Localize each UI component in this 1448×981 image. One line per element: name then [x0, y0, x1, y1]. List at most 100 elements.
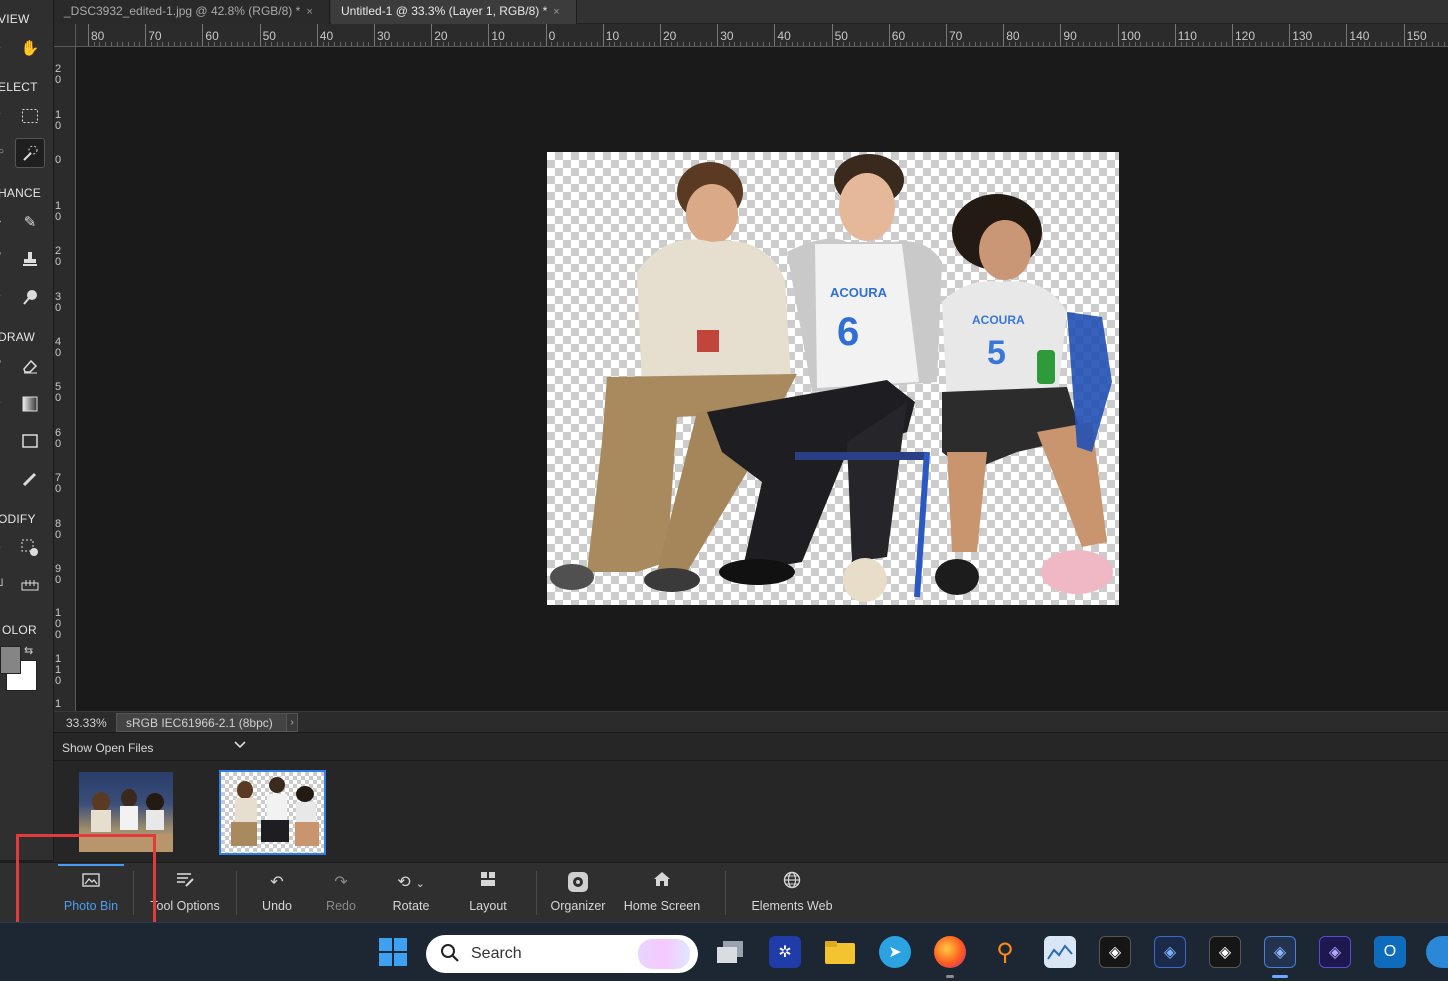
- straighten-icon[interactable]: [15, 570, 45, 600]
- tab-dsc3932[interactable]: _DSC3932_edited-1.jpg @ 42.8% (RGB/8) * ×: [54, 0, 330, 24]
- windows-taskbar: Search ✲ ➤ ⚲ ◈ ◈ ◈ ◈ ◈ O: [0, 922, 1448, 981]
- ruler-label: 60: [891, 29, 906, 43]
- ruler-minor-tick: [1266, 42, 1268, 46]
- windows-start-icon[interactable]: [377, 936, 409, 968]
- ruler-label: 20: [663, 29, 677, 43]
- ruler-minor-tick: [162, 42, 164, 46]
- ruler-tick: [88, 24, 89, 46]
- ruler-minor-tick: [213, 42, 215, 46]
- swap-colors-icon[interactable]: ⇆: [24, 644, 33, 657]
- organizer-label: Organizer: [550, 899, 606, 913]
- ruler-minor-tick: [597, 42, 599, 46]
- file-explorer-icon[interactable]: [824, 936, 856, 968]
- ruler-minor-tick: [762, 42, 764, 46]
- thumbnail-untitled-1[interactable]: [219, 770, 326, 855]
- layout-button[interactable]: Layout: [462, 867, 514, 919]
- photo-bin-button[interactable]: Photo Bin: [58, 864, 124, 919]
- divider: [536, 871, 537, 915]
- premiere-elements-icon[interactable]: ◈: [1319, 936, 1351, 968]
- tab-close-icon[interactable]: ×: [306, 1, 312, 23]
- undo-button[interactable]: ↶ Undo: [252, 867, 302, 919]
- redo-button[interactable]: ↷ Redo: [316, 867, 366, 919]
- document-canvas[interactable]: ACOURA 6 ACOURA 5: [547, 152, 1119, 605]
- ruler-label: 60: [205, 29, 219, 43]
- pencil-icon[interactable]: [15, 464, 45, 494]
- home-screen-button[interactable]: Home Screen: [620, 867, 704, 919]
- chevron-down-icon[interactable]: [234, 739, 246, 753]
- ruler-label: 100: [1120, 29, 1141, 43]
- canvas-workspace[interactable]: ACOURA 6 ACOURA 5: [76, 47, 1448, 711]
- ruler-minor-tick: [1415, 42, 1417, 46]
- elements-app-icon[interactable]: ◈: [1099, 936, 1131, 968]
- ruler-minor-tick: [1329, 42, 1331, 46]
- show-files-dropdown[interactable]: Show Open Files: [62, 741, 153, 755]
- gradient-icon[interactable]: [15, 389, 45, 419]
- person-middle-jersey: [815, 244, 919, 388]
- ruler-minor-tick: [1397, 42, 1399, 46]
- task-view-icon[interactable]: [714, 936, 746, 968]
- ruler-minor-tick: [1420, 42, 1422, 46]
- ruler-minor-tick: [236, 42, 238, 46]
- recompose-icon[interactable]: [15, 533, 45, 563]
- eraser-icon[interactable]: [15, 351, 45, 381]
- ruler-minor-tick: [614, 42, 616, 46]
- marquee-icon[interactable]: [15, 101, 45, 131]
- healing-brush-icon[interactable]: ✎: [15, 207, 45, 237]
- ruler-minor-tick: [1375, 42, 1376, 46]
- ruler-minor-tick: [957, 42, 959, 46]
- photoshop-elements-active-icon[interactable]: ◈: [1264, 936, 1296, 968]
- foreground-color-swatch[interactable]: [0, 646, 21, 674]
- firefox-icon[interactable]: [934, 936, 966, 968]
- ruler-minor-tick: [871, 42, 873, 46]
- ruler-minor-tick: [425, 42, 427, 46]
- ruler-tick: [545, 24, 547, 46]
- ruler-minor-tick: [345, 42, 347, 46]
- ruler-minor-tick: [579, 42, 581, 46]
- edge-partial-icon[interactable]: [1426, 936, 1448, 968]
- rectangle-shape-icon[interactable]: [15, 426, 45, 456]
- ruler-minor-tick: [333, 42, 335, 46]
- rotate-button[interactable]: ⟲ ⌄ Rotate: [384, 867, 438, 919]
- clone-stamp-icon[interactable]: [15, 244, 45, 274]
- organizer-button[interactable]: Organizer: [546, 867, 610, 919]
- ruler-label: 120: [1235, 29, 1256, 43]
- tool-edge-mark: ○: [0, 146, 4, 157]
- tab-untitled-1[interactable]: Untitled-1 @ 33.3% (Layer 1, RGB/8) * ×: [331, 0, 577, 24]
- ruler-minor-tick: [471, 42, 473, 46]
- ruler-label: 60: [55, 427, 62, 450]
- active-indicator: [1272, 975, 1288, 978]
- ruler-minor-tick: [671, 42, 673, 46]
- tool-options-button[interactable]: Tool Options: [146, 867, 224, 919]
- chart-app-icon[interactable]: [1044, 936, 1076, 968]
- hand-icon[interactable]: ✋: [15, 33, 45, 63]
- sponge-icon[interactable]: [15, 282, 45, 312]
- ruler-tick: [1117, 24, 1119, 46]
- taskbar-search[interactable]: Search: [426, 935, 698, 973]
- quick-selection-icon[interactable]: [15, 138, 45, 168]
- ruler-minor-tick: [1066, 42, 1068, 46]
- ruler-minor-tick: [1432, 42, 1434, 46]
- shoe: [719, 559, 795, 585]
- ruler-minor-tick: [122, 42, 124, 46]
- magnifier-app-icon[interactable]: ⚲: [989, 936, 1021, 968]
- outlook-icon[interactable]: O: [1374, 936, 1406, 968]
- section-color: OLOR: [2, 623, 37, 637]
- copilot-app-icon[interactable]: ✲: [769, 936, 801, 968]
- status-menu-arrow[interactable]: ›: [286, 713, 298, 732]
- jersey-number: 6: [837, 310, 859, 354]
- person-middle-face: [839, 173, 895, 241]
- ruler-minor-tick: [928, 42, 930, 46]
- tab-close-icon[interactable]: ×: [553, 1, 559, 23]
- ruler-minor-tick: [1111, 42, 1113, 46]
- telegram-icon[interactable]: ➤: [879, 936, 911, 968]
- ruler-minor-tick: [1380, 42, 1382, 46]
- chevron-down-icon[interactable]: ⌄: [416, 878, 425, 890]
- ruler-minor-tick: [682, 42, 684, 46]
- photoshop-elements-window: _DSC3932_edited-1.jpg @ 42.8% (RGB/8) * ×…: [0, 0, 1448, 981]
- ruler-minor-tick: [1317, 42, 1319, 46]
- elements-organizer-icon[interactable]: ◈: [1209, 936, 1241, 968]
- thumbnail-dsc3932[interactable]: [79, 772, 173, 852]
- elements-web-button[interactable]: Elements Web: [746, 867, 838, 919]
- zoom-level[interactable]: 33.33%: [66, 716, 107, 730]
- elements-editor-icon[interactable]: ◈: [1154, 936, 1186, 968]
